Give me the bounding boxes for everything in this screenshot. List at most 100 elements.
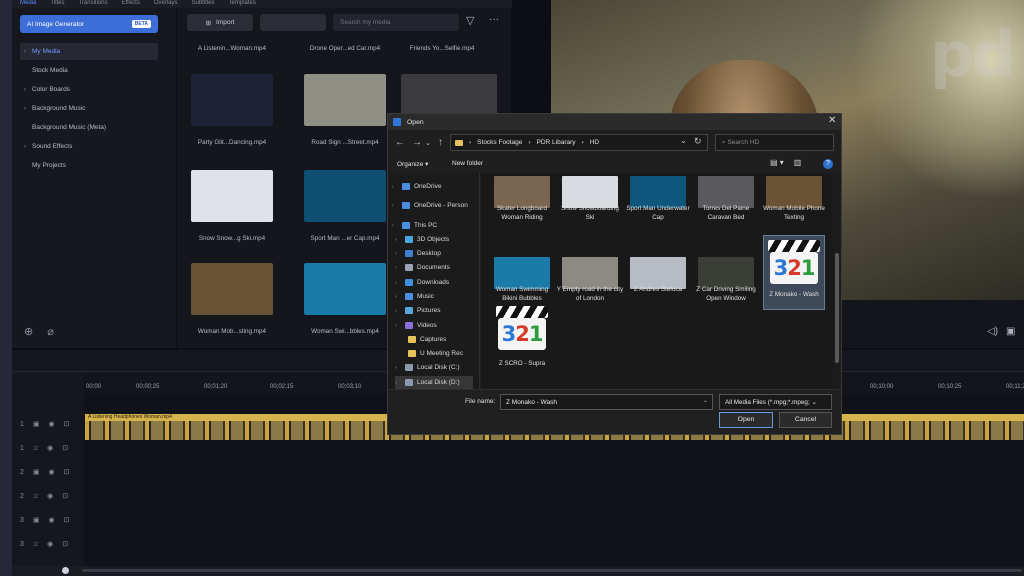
file-name-label[interactable]: Snow Snowboarding Ski <box>556 205 624 222</box>
nav-item-desktop[interactable]: › Desktop <box>395 247 441 260</box>
file-thumbnail[interactable] <box>494 257 550 289</box>
expand-caret-icon[interactable]: › <box>395 280 401 286</box>
volume-icon[interactable]: ◁) <box>987 326 998 337</box>
media-thumbnail[interactable] <box>191 263 273 315</box>
search-media-input[interactable]: Search my media <box>333 14 459 31</box>
sidebar-item[interactable]: › Sound Effects <box>20 138 158 155</box>
nav-item-u-meeting-rec[interactable]: U Meeting Rec <box>398 347 463 360</box>
nav-item-music[interactable]: › Music <box>395 290 434 303</box>
tab-media[interactable]: Media <box>20 0 36 8</box>
close-icon[interactable]: ✕ <box>828 115 836 126</box>
nav-item-local-disk-c[interactable]: › Local Disk (C:) <box>395 361 460 374</box>
file-thumbnail[interactable] <box>630 176 686 208</box>
expand-caret-icon[interactable]: › <box>395 380 401 386</box>
file-thumbnail[interactable] <box>630 257 686 289</box>
file-name-label[interactable]: Sport Man Underwater Cap <box>624 205 692 222</box>
chevron-down-icon[interactable]: ⌄ <box>703 397 708 404</box>
up-icon[interactable]: ↑ <box>438 137 443 148</box>
sidebar-item[interactable]: › Background Music <box>20 100 158 117</box>
file-name-label[interactable]: Y Empty road in the city of London <box>556 286 624 303</box>
breadcrumb-pdr-library[interactable]: PDR Libarary <box>537 139 576 146</box>
address-dropdown-icon[interactable]: ⌄ <box>680 136 687 145</box>
refresh-icon[interactable]: ↻ <box>694 136 702 147</box>
expand-caret-icon[interactable]: › <box>395 251 401 257</box>
visibility-icon[interactable]: ◉ <box>47 540 53 548</box>
more-icon[interactable]: ··· <box>489 14 499 25</box>
import-button[interactable]: ⊞ Import <box>187 14 253 31</box>
file-name-label[interactable]: Skater Longboard Woman Riding <box>488 205 556 222</box>
sidebar-item[interactable]: My Projects <box>20 157 158 174</box>
lock-icon[interactable]: ⊡ <box>64 420 70 428</box>
tab-subtitles[interactable]: Subtitles <box>192 0 215 8</box>
media-thumbnail[interactable] <box>304 74 386 126</box>
link-icon[interactable]: ⌀ <box>47 325 54 338</box>
expand-caret-icon[interactable]: › <box>392 203 398 209</box>
nav-item-3d-objects[interactable]: › 3D Objects <box>395 233 449 246</box>
file-name-label[interactable]: Woman Mobile Phone Texting <box>760 205 828 222</box>
nav-item-pictures[interactable]: › Pictures <box>395 304 440 317</box>
tab-templates[interactable]: Templates <box>229 0 256 8</box>
tab-transitions[interactable]: Transitions <box>78 0 107 8</box>
nav-item-this-pc[interactable]: › This PC <box>392 219 437 232</box>
file-name-label[interactable]: Z Andres Stefuca <box>624 286 692 295</box>
file-name-input[interactable]: Z Monako - Wash <box>500 394 713 410</box>
file-name-label[interactable]: Woman Swimming Bikini Bubbles <box>488 286 556 303</box>
sidebar-item[interactable]: Background Music (Meta) <box>20 119 158 136</box>
lock-icon[interactable]: ⊡ <box>64 516 70 524</box>
nav-item-documents[interactable]: › Documents <box>395 261 450 274</box>
visibility-icon[interactable]: ◉ <box>47 492 53 500</box>
file-thumbnail[interactable] <box>562 257 618 289</box>
visibility-icon[interactable]: ◉ <box>47 444 53 452</box>
view-mode-icon[interactable]: ▤ ▾ <box>770 158 784 167</box>
visibility-icon[interactable]: ◉ <box>49 516 55 524</box>
timeline-zoom-bar[interactable] <box>12 566 1024 576</box>
breadcrumb-stocks-footage[interactable]: Stocks Footage <box>477 139 522 146</box>
new-folder-button[interactable]: New folder <box>452 160 483 167</box>
organize-menu[interactable]: Organize ▾ <box>397 160 428 168</box>
media-player-file-icon[interactable]: 321 <box>768 240 820 284</box>
breadcrumb-hd[interactable]: HD <box>590 139 599 146</box>
forward-icon[interactable]: → <box>412 137 422 148</box>
snapshot-icon[interactable]: ▣ <box>1006 326 1015 337</box>
ai-image-generator-button[interactable]: AI Image Generator BETA <box>20 15 158 33</box>
visibility-icon[interactable]: ◉ <box>49 420 55 428</box>
zoom-knob[interactable] <box>62 567 69 574</box>
back-icon[interactable]: ← <box>395 137 405 148</box>
nav-item-onedrive-person[interactable]: › OneDrive - Person <box>392 199 468 212</box>
nav-item-downloads[interactable]: › Downloads <box>395 276 449 289</box>
file-thumbnail[interactable] <box>766 176 822 208</box>
preview-pane-icon[interactable]: ▥ <box>794 158 802 167</box>
cancel-button[interactable]: Cancel <box>779 412 832 428</box>
add-folder-icon[interactable]: ⊕ <box>24 325 33 338</box>
nav-item-videos[interactable]: › Videos <box>395 319 437 332</box>
nav-item-onedrive[interactable]: › OneDrive <box>392 180 441 193</box>
file-name-label[interactable]: Z Car Driving Smiling Open Window <box>692 286 760 303</box>
expand-caret-icon[interactable]: › <box>395 308 401 314</box>
file-thumbnail[interactable] <box>494 176 550 208</box>
address-bar[interactable]: › Stocks Footage › PDR Libarary › HD <box>450 134 708 151</box>
media-thumbnail[interactable] <box>304 263 386 315</box>
file-list-scrollbar[interactable] <box>833 173 841 389</box>
expand-caret-icon[interactable]: › <box>395 365 401 371</box>
record-button[interactable] <box>260 14 326 31</box>
file-name-label[interactable]: Torres Del Paine Caravan Bed <box>692 205 760 222</box>
file-type-select[interactable]: All Media Files (*.mpg;*.mpeg; ⌄ <box>719 394 832 410</box>
lock-icon[interactable]: ⊡ <box>62 444 68 452</box>
file-name-label[interactable]: Z SCRO - Supra <box>488 360 556 369</box>
zoom-track[interactable] <box>82 569 1022 572</box>
lock-icon[interactable]: ⊡ <box>64 468 70 476</box>
media-thumbnail[interactable] <box>304 170 386 222</box>
nav-item-captures[interactable]: Captures <box>398 333 446 346</box>
file-thumbnail[interactable] <box>698 257 754 289</box>
expand-caret-icon[interactable]: › <box>395 323 401 329</box>
file-name-label[interactable]: Z Monako - Wash <box>760 291 828 300</box>
scrollbar-thumb[interactable] <box>835 253 839 363</box>
file-thumbnail[interactable] <box>562 176 618 208</box>
filter-icon[interactable]: ▽ <box>466 14 474 27</box>
open-button[interactable]: Open <box>719 412 773 428</box>
tab-titles[interactable]: Titles <box>50 0 64 8</box>
help-icon[interactable]: ? <box>823 159 833 169</box>
expand-caret-icon[interactable]: › <box>395 265 401 271</box>
expand-caret-icon[interactable]: › <box>395 294 401 300</box>
media-thumbnail[interactable] <box>191 74 273 126</box>
